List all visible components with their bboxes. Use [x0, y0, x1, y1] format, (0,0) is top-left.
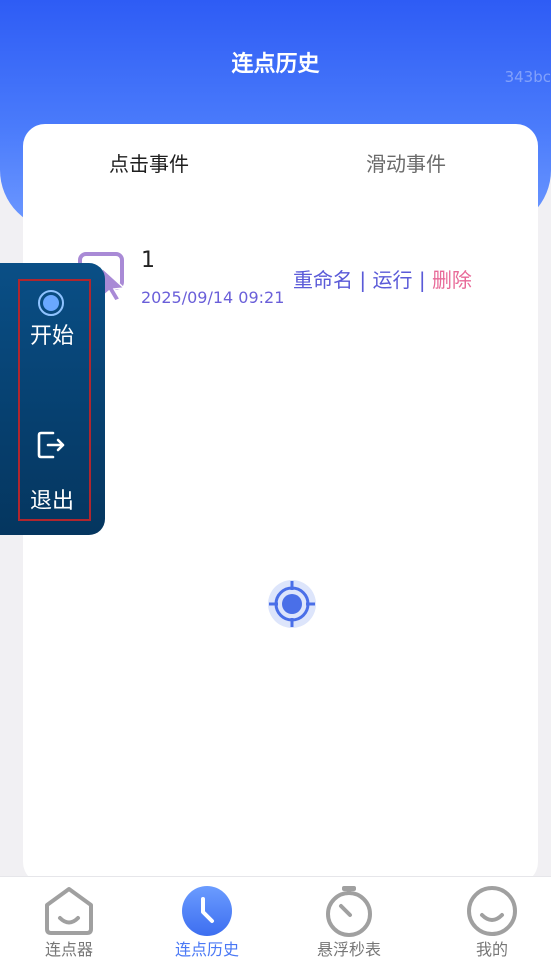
- tab-click-events[interactable]: 点击事件: [109, 148, 189, 177]
- rename-link[interactable]: 重命名: [293, 268, 353, 292]
- nav-item-clicker[interactable]: 连点器: [0, 877, 138, 958]
- record-name: 1: [141, 248, 155, 273]
- crosshair-target-icon[interactable]: [267, 579, 317, 629]
- home-icon: [45, 887, 93, 935]
- tab-swipe-events[interactable]: 滑动事件: [366, 148, 446, 177]
- run-link[interactable]: 运行: [372, 268, 412, 292]
- page-title: 连点历史: [231, 52, 320, 77]
- clock-icon: [182, 886, 232, 936]
- bottom-navigation: 连点器 连点历史 悬浮秒表 我的: [0, 876, 551, 958]
- watermark-text: 343bc: [504, 68, 551, 86]
- record-timestamp: 2025/09/14 09:21: [141, 288, 285, 307]
- separator: |: [418, 268, 432, 292]
- delete-link[interactable]: 删除: [432, 268, 472, 292]
- nav-label: 连点器: [44, 940, 93, 958]
- nav-item-history[interactable]: 连点历史: [138, 877, 276, 958]
- start-button[interactable]: 开始: [30, 318, 74, 350]
- stopwatch-icon: [326, 886, 372, 937]
- nav-label: 悬浮秒表: [316, 940, 381, 958]
- nav-item-stopwatch[interactable]: 悬浮秒表: [280, 877, 418, 958]
- record-actions: 重命名 | 运行 | 删除: [293, 264, 472, 293]
- nav-label: 我的: [475, 940, 508, 958]
- nav-item-profile[interactable]: 我的: [423, 877, 551, 958]
- separator: |: [359, 268, 373, 292]
- smile-icon: [467, 886, 517, 936]
- floating-control-panel[interactable]: 开始 退出: [0, 263, 105, 535]
- exit-icon[interactable]: [36, 429, 66, 461]
- nav-label: 连点历史: [174, 940, 239, 958]
- record-dot-icon[interactable]: [37, 289, 65, 317]
- exit-button[interactable]: 退出: [30, 483, 74, 515]
